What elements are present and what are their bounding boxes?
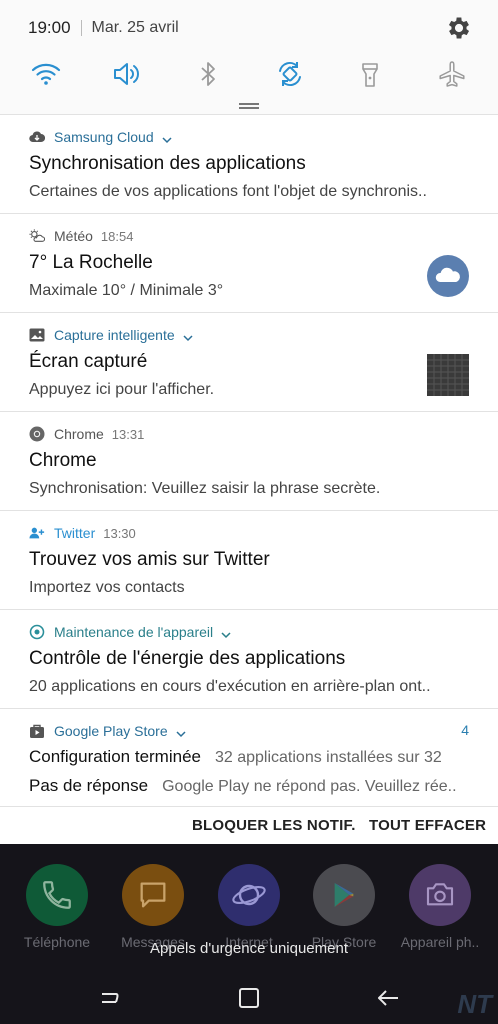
wifi-icon[interactable]	[26, 55, 66, 93]
app-name: Twitter	[54, 525, 96, 541]
app-name: Capture intelligente	[54, 327, 175, 343]
notification-text: 20 applications en cours d'exécution en …	[29, 678, 431, 695]
status-row: 19:00 Mar. 25 avril	[28, 14, 473, 42]
row-key: Configuration terminée	[29, 747, 201, 766]
home-button-icon[interactable]	[235, 984, 263, 1012]
notification-weather[interactable]: Météo 18:54 7° La Rochelle Maximale 10° …	[0, 213, 498, 312]
add-person-icon	[29, 525, 45, 541]
shopping-bag-icon	[29, 723, 45, 739]
status-divider	[80, 20, 82, 36]
weather-sun-cloud-icon	[29, 228, 45, 244]
notification-device-maintenance[interactable]: Maintenance de l'appareil Contrôle de l'…	[0, 609, 498, 708]
notification-panel: 19:00 Mar. 25 avril Samsung Cloud Synchr…	[0, 0, 498, 844]
notification-actions: BLOQUER LES NOTIF. TOUT EFFACER	[0, 806, 498, 844]
row-value: 32 applications installées sur 32	[214, 749, 442, 766]
chevron-down-icon[interactable]	[221, 627, 231, 639]
play-store-row: Configuration terminée 32 applications in…	[29, 747, 474, 767]
notification-smart-capture[interactable]: Capture intelligente Écran capturé Appuy…	[0, 312, 498, 411]
notification-text: Maximale 10° / Minimale 3°	[29, 282, 224, 299]
app-name: Samsung Cloud	[54, 129, 154, 145]
row-key: Pas de réponse	[29, 776, 149, 795]
camera-icon	[409, 864, 471, 926]
app-name: Google Play Store	[54, 723, 168, 739]
app-messages[interactable]: Messages	[108, 864, 198, 950]
notification-text: Appuyez ici pour l'afficher.	[29, 381, 215, 398]
screenshot-thumbnail	[427, 354, 469, 396]
device-maintenance-icon	[29, 624, 45, 640]
flashlight-icon[interactable]	[350, 55, 390, 93]
recent-apps-icon[interactable]	[96, 984, 124, 1012]
notification-count: 4	[461, 722, 469, 738]
notification-time: 18:54	[100, 228, 134, 244]
chevron-down-icon[interactable]	[176, 726, 186, 738]
sound-icon[interactable]	[107, 55, 147, 93]
watermark-logo: NT	[457, 989, 492, 1019]
clear-all-button[interactable]: TOUT EFFACER	[369, 817, 486, 834]
app-camera[interactable]: Appareil ph..	[395, 864, 485, 950]
chrome-icon	[29, 426, 45, 442]
notification-time: 13:31	[111, 426, 145, 442]
settings-gear-icon[interactable]	[445, 14, 473, 42]
chevron-down-icon[interactable]	[183, 330, 193, 342]
notification-list: Samsung Cloud Synchronisation des applic…	[0, 114, 498, 806]
image-icon	[29, 327, 45, 343]
navigation-bar	[0, 974, 498, 1024]
notification-title: Contrôle de l'énergie des applications	[29, 648, 346, 669]
notification-text: Certaines de vos applications font l'obj…	[29, 183, 427, 200]
weather-cloud-icon	[427, 255, 469, 297]
cloud-icon	[29, 129, 45, 145]
play-store-row: Pas de réponse Google Play ne répond pas.…	[29, 776, 474, 796]
notification-text: Synchronisation: Veuillez saisir la phra…	[29, 480, 381, 497]
notification-title: Trouvez vos amis sur Twitter	[29, 549, 270, 570]
notification-google-play-store[interactable]: Google Play Store 4 Configuration termin…	[0, 708, 498, 806]
notification-twitter[interactable]: Twitter 13:30 Trouvez vos amis sur Twitt…	[0, 510, 498, 609]
date[interactable]: Mar. 25 avril	[92, 19, 179, 37]
block-notifications-button[interactable]: BLOQUER LES NOTIF.	[192, 817, 356, 834]
back-arrow-icon[interactable]	[374, 984, 402, 1012]
notification-samsung-cloud[interactable]: Samsung Cloud Synchronisation des applic…	[0, 114, 498, 213]
auto-rotate-icon[interactable]	[270, 55, 310, 93]
app-name: Chrome	[54, 426, 104, 442]
app-name: Météo	[54, 228, 93, 244]
chevron-down-icon[interactable]	[162, 132, 172, 144]
clock: 19:00	[28, 18, 71, 37]
internet-planet-icon	[218, 864, 280, 926]
emergency-calls-only: Appels d'urgence uniquement	[149, 940, 348, 957]
drag-handle[interactable]	[239, 103, 259, 105]
play-store-icon	[313, 864, 375, 926]
notification-time: 13:30	[103, 525, 136, 541]
app-name: Maintenance de l'appareil	[54, 624, 214, 640]
quick-settings-bar	[0, 55, 498, 93]
home-screen-dimmed: Téléphone Messages Internet Play Store A…	[0, 844, 498, 1024]
notification-title: Synchronisation des applications	[29, 153, 306, 174]
notification-chrome[interactable]: Chrome 13:31 Chrome Synchronisation: Veu…	[0, 411, 498, 510]
app-internet[interactable]: Internet	[204, 864, 294, 950]
message-icon	[122, 864, 184, 926]
notification-title: Écran capturé	[29, 351, 148, 372]
bluetooth-icon[interactable]	[188, 55, 228, 93]
row-value: Google Play ne répond pas. Veuillez rée.…	[162, 778, 457, 795]
app-phone[interactable]: Téléphone	[12, 864, 102, 950]
airplane-mode-icon[interactable]	[432, 55, 472, 93]
app-play-store[interactable]: Play Store	[299, 864, 389, 950]
phone-icon	[26, 864, 88, 926]
notification-text: Importez vos contacts	[29, 579, 185, 596]
notification-title: Chrome	[29, 450, 97, 471]
notification-title: 7° La Rochelle	[29, 252, 153, 273]
